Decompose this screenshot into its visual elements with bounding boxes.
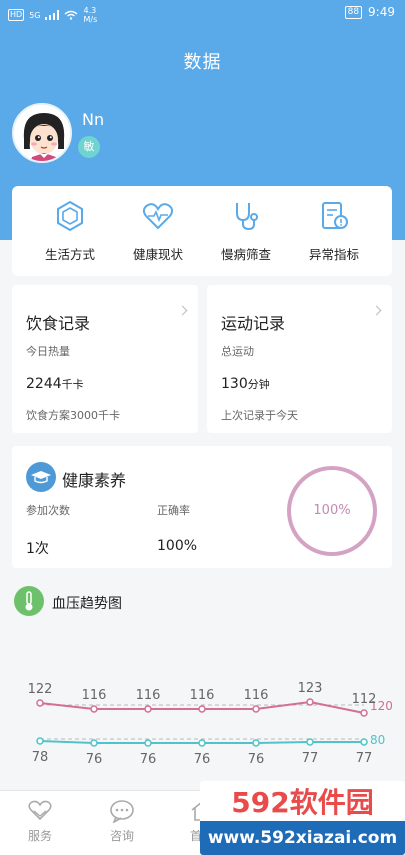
data-point (90, 705, 98, 713)
menu-item-abnormal[interactable]: 异常指标 (294, 200, 374, 263)
data-point (198, 739, 206, 747)
data-label: 122 (28, 682, 53, 697)
menu-label: 慢病筛查 (220, 247, 271, 262)
data-label: 76 (140, 752, 157, 767)
chat-bubble-icon (110, 800, 134, 823)
data-label: 116 (82, 688, 107, 703)
data-point (90, 739, 98, 747)
data-point (144, 705, 152, 713)
stethoscope-icon (236, 203, 258, 231)
clock: 9:49 (368, 5, 395, 19)
data-point (306, 698, 314, 706)
heartbeat-icon (142, 203, 174, 230)
page-title: 数据 (183, 52, 222, 73)
data-point (36, 737, 44, 745)
user-name: Nn (82, 110, 105, 129)
data-label: 116 (190, 688, 215, 703)
data-point (252, 705, 260, 713)
data-point (198, 705, 206, 713)
exercise-value: 130分钟 (221, 376, 270, 392)
tab-label: 咨询 (109, 829, 134, 843)
participation-value: 1次 (26, 541, 49, 557)
battery-indicator: 88 (344, 5, 363, 19)
menu-label: 健康现状 (132, 247, 183, 262)
data-label: 78 (32, 750, 49, 765)
menu-label: 生活方式 (44, 247, 95, 262)
status-bar: HD 5G 4.3 M/s 88 9:49 (0, 0, 405, 26)
accuracy-label: 正确率 (157, 504, 190, 517)
tab-label: 服务 (27, 829, 52, 843)
diet-subtitle: 今日热量 (26, 345, 70, 358)
data-point (306, 738, 314, 746)
health-literacy-title: 健康素养 (62, 471, 127, 490)
reference-label: 80 (370, 733, 385, 747)
tab-consult[interactable]: 咨询 (92, 799, 152, 844)
bp-trend-chart: 12080122 116 116 116 116 12311278 76 76 76 76 77 77 (28, 681, 393, 767)
menu-item-health-status[interactable]: 健康现状 (118, 200, 198, 263)
network-speed: 4.3 M/s (83, 6, 98, 24)
participation-label: 参加次数 (26, 504, 70, 517)
graduation-cap-icon (26, 462, 56, 492)
data-label: 116 (136, 688, 161, 703)
exercise-last-record: 上次记录于今天 (221, 409, 298, 422)
data-point (252, 739, 260, 747)
menu-item-lifestyle[interactable]: 生活方式 (30, 200, 110, 263)
exercise-title: 运动记录 (221, 314, 286, 333)
exercise-subtitle: 总运动 (221, 345, 254, 358)
data-label: 76 (86, 752, 103, 767)
data-label: 77 (356, 751, 373, 766)
network-type: 5G (29, 10, 41, 20)
data-point (36, 699, 44, 707)
data-point (144, 739, 152, 747)
feature-menu: 生活方式 健康现状 慢病筛查 异常指标 (12, 186, 392, 276)
avatar[interactable] (12, 103, 72, 163)
tab-service[interactable]: 服务 (10, 799, 70, 844)
menu-item-screening[interactable]: 慢病筛查 (206, 200, 286, 263)
data-label: 112 (352, 692, 377, 707)
data-label: 116 (244, 688, 269, 703)
accuracy-ring: 100% (287, 466, 377, 556)
watermark-url: www.592xiazai.com (200, 821, 405, 855)
diet-value: 2244千卡 (26, 376, 84, 392)
data-point (360, 709, 368, 717)
alert-document-icon (322, 202, 348, 229)
wifi-icon (65, 10, 78, 20)
heart-hands-icon (28, 800, 52, 821)
accuracy-value: 100% (157, 538, 198, 554)
user-badge: 敏 (78, 136, 100, 158)
diet-record-card[interactable]: 饮食记录 今日热量 2244千卡 饮食方案3000千卡 (12, 285, 198, 433)
data-point (360, 738, 368, 746)
data-label: 123 (298, 681, 323, 696)
diet-plan: 饮食方案3000千卡 (26, 409, 120, 422)
hd-indicator: HD (8, 9, 25, 21)
data-label: 76 (194, 752, 211, 767)
chevron-right-icon (177, 305, 188, 316)
diet-title: 饮食记录 (26, 314, 91, 333)
exercise-record-card[interactable]: 运动记录 总运动 130分钟 上次记录于今天 (207, 285, 392, 433)
watermark: 592软件园 www.592xiazai.com (200, 781, 405, 855)
data-label: 77 (302, 751, 319, 766)
hexagon-icon (57, 200, 83, 232)
thermometer-icon (14, 586, 44, 616)
bp-trend-title: 血压趋势图 (52, 596, 122, 612)
data-label: 76 (248, 752, 265, 767)
chevron-right-icon (371, 305, 382, 316)
menu-label: 异常指标 (308, 247, 359, 262)
watermark-logo: 592软件园 (231, 786, 374, 819)
signal-icon (45, 10, 60, 20)
